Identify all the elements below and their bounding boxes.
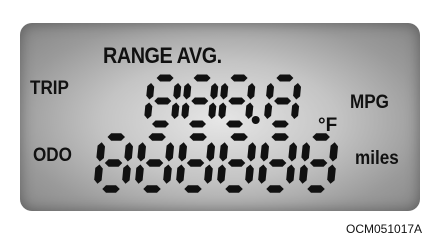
- segment-a: [312, 133, 330, 141]
- segment-e: [217, 164, 226, 184]
- segment-d: [226, 120, 243, 128]
- segment-d: [189, 120, 206, 128]
- digit-8: [144, 74, 182, 128]
- segment-f: [266, 83, 274, 100]
- segment-a: [156, 74, 174, 82]
- segment-d: [225, 185, 243, 193]
- segment-b: [124, 142, 133, 162]
- digit-8: [94, 133, 133, 193]
- segment-g: [228, 97, 246, 105]
- segment-f: [146, 83, 155, 100]
- segment-g: [186, 159, 205, 167]
- segment-f: [178, 142, 187, 162]
- segment-a: [107, 133, 125, 141]
- figure-code: OCM051017A: [346, 222, 423, 236]
- digit-8: [217, 133, 256, 193]
- segment-g: [274, 97, 292, 105]
- segment-d: [307, 185, 325, 193]
- segment-e: [258, 164, 267, 184]
- segment-d: [271, 120, 289, 128]
- segment-d: [184, 185, 202, 193]
- segment-f: [183, 83, 192, 100]
- segment-g: [309, 159, 328, 167]
- segment-g: [227, 159, 246, 167]
- digit-8: [299, 133, 338, 193]
- segment-f: [260, 142, 269, 162]
- segment-b: [173, 83, 182, 100]
- segment-e: [218, 102, 227, 119]
- segment-b: [247, 142, 256, 162]
- segment-a: [271, 133, 289, 141]
- segment-d: [102, 185, 120, 193]
- odometer-readout: [94, 133, 338, 193]
- segment-f: [220, 83, 229, 100]
- segment-d: [152, 120, 169, 128]
- segment-c: [245, 102, 254, 119]
- segment-a: [230, 74, 248, 82]
- digit-8: [135, 133, 174, 193]
- segment-b: [293, 83, 301, 100]
- segment-a: [276, 74, 294, 82]
- segment-e: [299, 164, 308, 184]
- segment-c: [286, 164, 295, 184]
- segment-d: [143, 185, 161, 193]
- segment-c: [163, 164, 172, 184]
- segment-f: [301, 142, 310, 162]
- digit-8: [181, 74, 219, 128]
- segment-a: [148, 133, 166, 141]
- segment-a: [189, 133, 207, 141]
- digit-8: [258, 133, 297, 193]
- segment-c: [291, 102, 300, 119]
- segment-f: [137, 142, 146, 162]
- segment-g: [191, 97, 209, 105]
- segment-g: [104, 159, 123, 167]
- digit-8: [218, 74, 256, 128]
- segment-e: [264, 102, 273, 119]
- segment-f: [96, 142, 105, 162]
- segment-b: [329, 142, 338, 162]
- segment-b: [165, 142, 174, 162]
- segment-c: [171, 102, 180, 119]
- segment-c: [122, 164, 131, 184]
- segment-e: [144, 102, 153, 119]
- segment-b: [206, 142, 215, 162]
- segment-a: [193, 74, 211, 82]
- seven-segment-display: [94, 74, 338, 193]
- segment-b: [288, 142, 297, 162]
- segment-c: [208, 102, 217, 119]
- segment-g: [145, 159, 164, 167]
- segment-e: [176, 164, 185, 184]
- segment-c: [245, 164, 254, 184]
- segment-e: [181, 102, 190, 119]
- digit-8: [176, 133, 215, 193]
- segment-c: [327, 164, 336, 184]
- segment-b: [210, 83, 219, 100]
- segment-f: [219, 142, 228, 162]
- segment-e: [135, 164, 144, 184]
- segment-e: [94, 164, 103, 184]
- decimal-point: [251, 116, 260, 124]
- upper-readout: [144, 74, 301, 128]
- segment-g: [268, 159, 287, 167]
- segment-a: [230, 133, 248, 141]
- segment-b: [247, 83, 256, 100]
- segment-g: [154, 97, 172, 105]
- digit-8: [264, 74, 301, 128]
- segment-d: [266, 185, 284, 193]
- segment-c: [204, 164, 213, 184]
